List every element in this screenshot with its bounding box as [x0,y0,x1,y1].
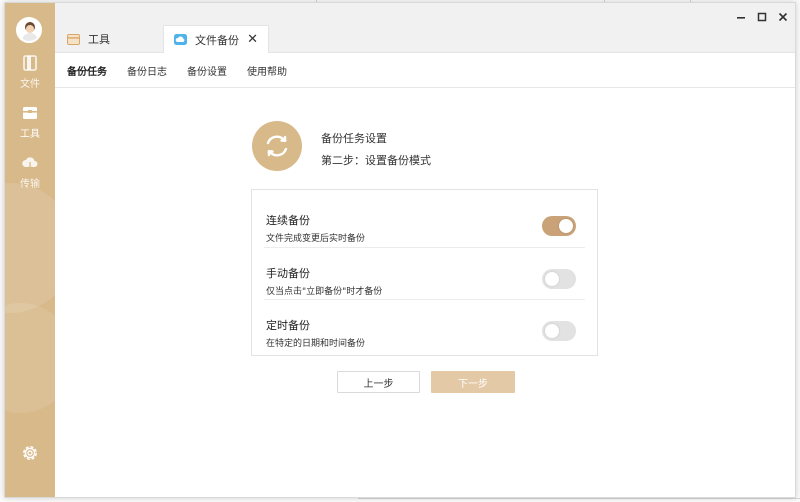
next-step-button[interactable]: 下一步 [431,371,515,393]
mode-title: 手动备份 [266,267,310,280]
mode-title: 连续备份 [266,214,310,227]
sidebar-item-label: 工具 [20,129,40,140]
page-title: 备份任务设置 [321,132,387,145]
mode-row-scheduled: 定时备份 在特定的日期和时间备份 [264,299,585,351]
file-icon [21,55,39,71]
subnav-backup-settings[interactable]: 备份设置 [187,63,227,78]
subnav-backup-log[interactable]: 备份日志 [127,63,167,78]
tab-file-backup[interactable]: 文件备份 ✕ [163,25,269,53]
mode-description: 仅当点击"立即备份"时才备份 [266,287,383,297]
toolbox-icon [67,33,80,45]
sync-icon [252,121,302,171]
tab-label: 工具 [88,33,110,46]
continuous-backup-toggle[interactable] [542,216,576,236]
minimize-button[interactable] [735,11,747,23]
mode-description: 在特定的日期和时间备份 [266,339,366,349]
mode-row-manual: 手动备份 仅当点击"立即备份"时才备份 [264,247,585,299]
previous-step-button[interactable]: 上一步 [337,371,420,393]
toolbox-icon [21,105,39,121]
sidebar-decoration [5,183,55,313]
backup-mode-panel: 连续备份 文件完成变更后实时备份 手动备份 仅当点击"立即备份"时才备份 定时备… [251,189,598,356]
sidebar-item-tools[interactable]: 工具 [5,105,55,140]
window-controls [735,11,789,23]
tab-tools[interactable]: 工具 [67,25,110,53]
maximize-button[interactable] [756,11,768,23]
close-window-button[interactable] [777,11,789,23]
sidebar-item-label: 文件 [20,79,40,90]
cloud-transfer-icon [21,155,39,171]
sub-navigation: 备份任务 备份日志 备份设置 使用帮助 [55,54,795,88]
mode-title: 定时备份 [266,319,310,332]
user-avatar[interactable] [16,17,42,43]
sidebar-item-transfer[interactable]: 传输 [5,155,55,190]
sidebar-item-label: 传输 [20,179,40,190]
settings-button[interactable] [20,443,40,463]
close-icon[interactable]: ✕ [247,32,258,47]
scheduled-backup-toggle[interactable] [542,321,576,341]
tab-label: 文件备份 [195,33,239,47]
backup-icon [174,34,187,45]
sidebar: 文件 工具 传输 [5,3,55,497]
gear-icon [20,446,40,467]
tab-bar: 工具 文件备份 ✕ [55,3,795,53]
step-subtitle: 第二步：设置备份模式 [321,154,431,167]
main-content: 备份任务设置 第二步：设置备份模式 连续备份 文件完成变更后实时备份 手动备份 … [55,89,795,497]
subnav-help[interactable]: 使用帮助 [247,63,287,78]
mode-description: 文件完成变更后实时备份 [266,234,366,244]
mode-row-continuous: 连续备份 文件完成变更后实时备份 [264,195,585,247]
sidebar-item-file[interactable]: 文件 [5,55,55,90]
app-window: 文件 工具 传输 工具 文件备份 ✕ 备份任务 备份日志 备份设置 使用帮助 备… [4,2,796,498]
manual-backup-toggle[interactable] [542,269,576,289]
subnav-backup-tasks[interactable]: 备份任务 [67,63,107,78]
sidebar-decoration [5,303,55,413]
